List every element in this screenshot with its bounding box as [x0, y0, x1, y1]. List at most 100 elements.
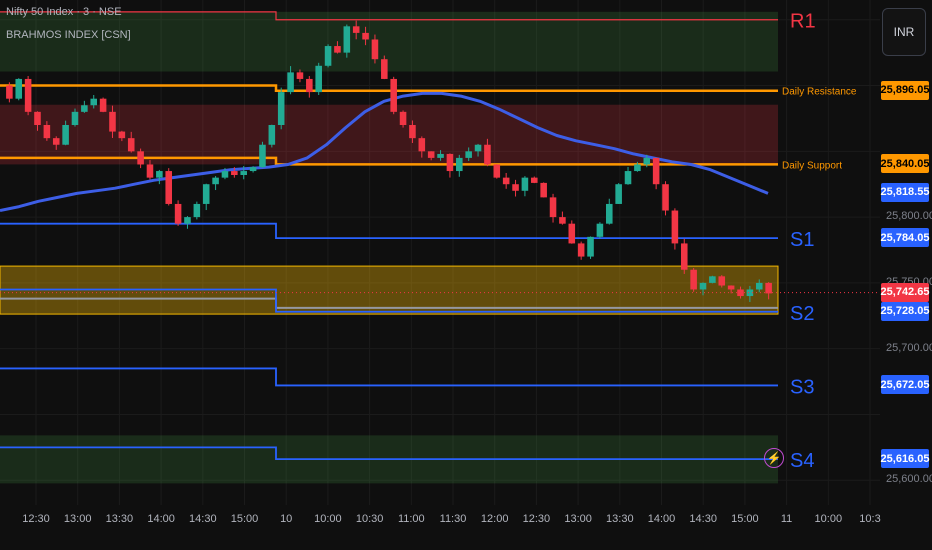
- level-label-s2: S2: [790, 303, 814, 325]
- price-tag: 25,728.05: [881, 301, 929, 321]
- candle-body: [690, 269, 697, 290]
- price-tag: 25,672.05: [881, 375, 929, 395]
- price-tag: 25,818.55: [881, 182, 929, 202]
- candle-body: [390, 78, 397, 112]
- candle-body: [118, 131, 126, 139]
- candle-body: [399, 111, 407, 125]
- candle-body: [24, 78, 32, 112]
- candle-body: [409, 125, 416, 139]
- candle-body: [371, 39, 379, 60]
- candle-body: [127, 138, 135, 152]
- price-chart[interactable]: R1Daily ResistanceDaily SupportS1S2S3S4 …: [0, 0, 932, 550]
- candle-body: [221, 171, 229, 178]
- level-label-daily-support: Daily Support: [782, 160, 842, 171]
- candle-body: [699, 282, 707, 290]
- time-tick-label: 13:30: [606, 513, 634, 525]
- candle-body: [446, 153, 454, 172]
- time-tick-label: 10: [280, 513, 292, 525]
- time-tick-label: 11:00: [398, 513, 425, 525]
- time-tick-label: 11:30: [440, 513, 467, 525]
- price-tag: 25,840.05: [881, 154, 929, 174]
- candle-body: [146, 164, 154, 178]
- lightning-icon[interactable]: ⚡: [764, 448, 784, 468]
- time-tick-label: 10:00: [815, 513, 843, 525]
- candle-body: [193, 203, 201, 218]
- candle-body: [605, 203, 613, 224]
- candle-body: [15, 78, 23, 99]
- candle-body: [352, 26, 360, 33]
- price-scale-label: 25,600.00: [886, 473, 932, 486]
- candle-body: [277, 92, 285, 125]
- candle-body: [296, 72, 304, 79]
- candle-body: [43, 125, 51, 139]
- candle-body: [718, 276, 726, 286]
- time-tick-label: 14:30: [689, 513, 717, 525]
- time-tick-label: 12:30: [22, 513, 50, 525]
- chart-grid: [0, 0, 880, 505]
- candle-body: [634, 164, 641, 172]
- candle-body: [540, 182, 547, 198]
- candle-body: [6, 85, 13, 99]
- candle-body: [418, 138, 426, 152]
- resistance-zone: [0, 104, 778, 165]
- time-tick-label: 13:00: [564, 513, 592, 525]
- currency-button[interactable]: INR: [882, 8, 926, 56]
- candle-body: [81, 105, 88, 112]
- level-label-s4: S4: [790, 450, 814, 472]
- candle-body: [240, 171, 247, 175]
- price-tag: 25,896.05: [881, 80, 929, 100]
- time-tick-label: 14:00: [147, 513, 175, 525]
- symbol-title[interactable]: Nifty 50 Index · 3 · NSE: [6, 6, 122, 18]
- candle-body: [202, 184, 210, 204]
- level-label-daily-resistance: Daily Resistance: [782, 87, 857, 98]
- time-tick-label: 10:00: [314, 513, 342, 525]
- candle-body: [137, 151, 144, 165]
- candle-body: [249, 167, 257, 172]
- candle-body: [324, 46, 332, 66]
- price-scale-label: 25,700.00: [886, 341, 932, 354]
- candle-body: [587, 236, 594, 257]
- candle-body: [474, 144, 482, 152]
- candle-body: [437, 153, 444, 158]
- price-tag: 25,742.65: [881, 282, 929, 302]
- time-tick-label: 15:00: [231, 513, 259, 525]
- time-tick-label: 15:00: [731, 513, 759, 525]
- time-tick-label: 12:00: [481, 513, 509, 525]
- candle-body: [212, 177, 219, 185]
- candle-body: [71, 111, 79, 125]
- candle-body: [662, 184, 669, 211]
- candle-body: [643, 157, 651, 165]
- candle-body: [156, 171, 163, 178]
- candle-body: [165, 171, 173, 204]
- candle-body: [521, 177, 529, 191]
- candle-body: [531, 177, 538, 183]
- candle-body: [484, 144, 491, 165]
- time-tick-label: 14:00: [648, 513, 676, 525]
- candle-body: [512, 184, 519, 191]
- time-tick-label: 13:30: [106, 513, 134, 525]
- price-tag: 25,784.05: [881, 228, 929, 248]
- candle-body: [549, 197, 557, 218]
- time-tick-label: 10:30: [356, 513, 384, 525]
- candle-body: [109, 111, 116, 132]
- candle-body: [671, 210, 679, 244]
- candle-body: [596, 223, 604, 237]
- candle-body: [315, 65, 322, 93]
- level-labels: R1 Daily Resistance Daily Support S1 S2 S3 S4: [782, 11, 857, 472]
- time-tick-label: 11: [781, 513, 792, 525]
- candle-body: [90, 98, 98, 106]
- r1-band: [0, 11, 778, 72]
- candle-body: [268, 125, 276, 145]
- candle-body: [231, 171, 238, 175]
- level-label-s3: S3: [790, 376, 814, 398]
- candle-body: [306, 78, 313, 93]
- candle-body: [334, 46, 341, 53]
- candle-body: [52, 138, 60, 145]
- indicator-name[interactable]: BRAHMOS INDEX [CSN]: [6, 29, 131, 41]
- time-axis: 12:30 13:00 13:30 14:00 14:30 15:00 10 10:00 10:…: [22, 513, 880, 525]
- candle-body: [62, 125, 69, 145]
- price-tag: 25,616.05: [881, 449, 929, 469]
- candle-body: [765, 282, 772, 294]
- candle-body: [680, 243, 688, 270]
- candle-body: [456, 157, 463, 172]
